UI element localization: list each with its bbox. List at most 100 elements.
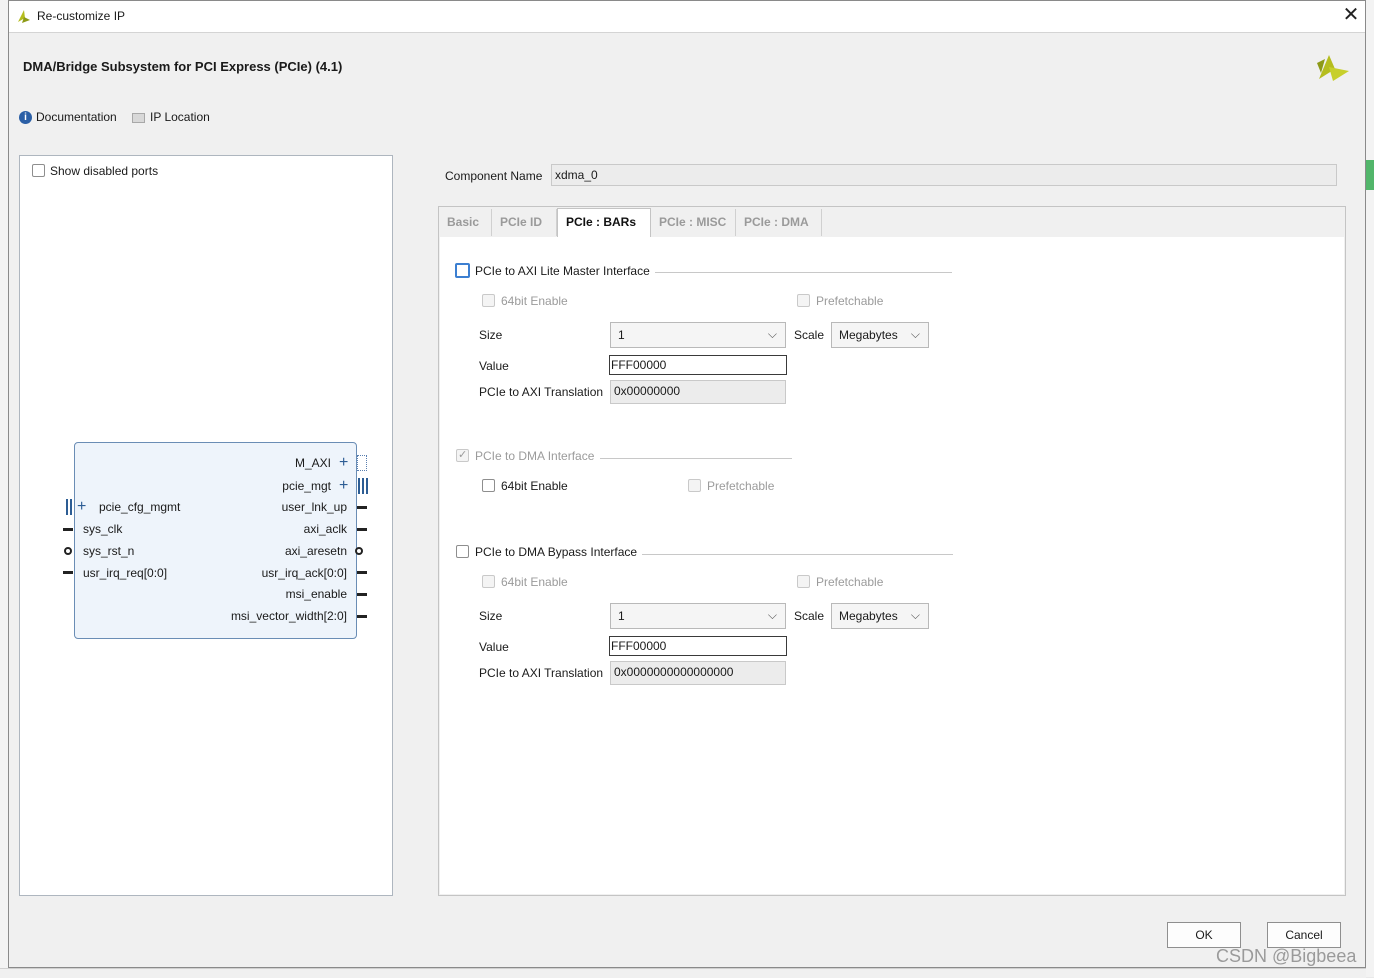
show-disabled-ports-label: Show disabled ports — [50, 164, 159, 178]
bus-bar-icon — [362, 478, 364, 494]
pin — [63, 528, 73, 531]
axi-lite-translation-field[interactable]: 0x00000000 — [610, 380, 786, 404]
title-bar[interactable]: Re-customize IP ✕ — [9, 1, 1365, 33]
axi-lite-prefetchable-checkbox[interactable] — [797, 294, 810, 307]
info-icon[interactable]: i — [19, 111, 32, 124]
chevron-down-icon: ⌵ — [910, 608, 920, 622]
tab-pcie-bars[interactable]: PCIe : BARs — [557, 208, 651, 237]
plus-icon[interactable]: + — [77, 499, 86, 515]
bus-bar-icon — [358, 478, 360, 494]
plus-icon[interactable]: + — [339, 478, 348, 494]
tab-basic[interactable]: Basic — [439, 209, 492, 236]
port-pcie-cfg-mgmt: pcie_cfg_mgmt — [99, 500, 181, 514]
negative-pin-icon — [64, 547, 72, 555]
dma-prefetchable-checkbox[interactable] — [688, 479, 701, 492]
chevron-down-icon: ⌵ — [767, 608, 777, 622]
folder-icon[interactable] — [132, 113, 145, 123]
bypass-scale-select[interactable]: Megabytes ⌵ — [831, 603, 929, 629]
axi-lite-value-label: Value — [479, 359, 509, 373]
vivado-logo-icon — [18, 10, 30, 23]
watermark: CSDN @Bigbeea — [1216, 946, 1357, 966]
bypass-value-field[interactable]: FFF00000 — [609, 636, 787, 656]
bus-bar-icon — [66, 499, 68, 515]
ip-name: DMA/Bridge Subsystem for PCI Express (PC… — [23, 59, 343, 74]
axi-lite-prefetchable-label: Prefetchable — [816, 294, 884, 308]
dma-interface-checkbox[interactable] — [456, 448, 469, 462]
bypass-size-value: 1 — [618, 609, 625, 623]
dma-64bit-checkbox[interactable] — [482, 479, 495, 492]
axi-lite-64bit-label: 64bit Enable — [501, 294, 568, 308]
xilinx-logo-icon — [1317, 55, 1349, 81]
pin — [357, 528, 367, 531]
background-window-edge-right — [1366, 0, 1374, 977]
negative-pin-icon — [355, 547, 363, 555]
tab-pcie-dma[interactable]: PCIe : DMA — [736, 209, 822, 236]
port-sys-rst-n: sys_rst_n — [83, 544, 135, 558]
ip-header: DMA/Bridge Subsystem for PCI Express (PC… — [9, 33, 1365, 99]
axi-lite-size-select[interactable]: 1 ⌵ — [610, 322, 786, 348]
dma-bypass-checkbox[interactable] — [456, 545, 469, 558]
axi-lite-master-checkbox[interactable] — [455, 263, 470, 278]
port-msi-vector-width: msi_vector_width[2:0] — [230, 609, 347, 623]
section-divider — [642, 554, 953, 555]
port-axi-aresetn: axi_aresetn — [284, 544, 347, 558]
window-title: Re-customize IP — [37, 9, 126, 23]
pin — [357, 571, 367, 574]
chevron-down-icon: ⌵ — [767, 327, 777, 341]
axi-lite-value-field[interactable]: FFF00000 — [609, 355, 787, 375]
bypass-64bit-checkbox[interactable] — [482, 575, 495, 588]
pin — [357, 506, 367, 509]
port-pcie-mgt: pcie_mgt — [282, 479, 331, 493]
port-m-axi: M_AXI — [294, 456, 331, 470]
section-divider — [600, 458, 792, 459]
ok-button[interactable]: OK — [1167, 922, 1241, 948]
port-user-lnk-up: user_lnk_up — [281, 500, 347, 514]
axi-lite-scale-value: Megabytes — [839, 328, 898, 342]
port-msi-enable: msi_enable — [285, 587, 347, 601]
pin — [357, 593, 367, 596]
component-name-field[interactable]: xdma_0 — [551, 164, 1337, 186]
bypass-size-label: Size — [479, 609, 503, 623]
port-axi-aclk: axi_aclk — [303, 522, 347, 536]
dma-prefetchable-label: Prefetchable — [707, 479, 775, 493]
axi-lite-scale-label: Scale — [794, 328, 825, 342]
dma-interface-title: PCIe to DMA Interface — [475, 449, 595, 463]
component-name-label: Component Name — [445, 169, 543, 183]
axi-lite-64bit-checkbox[interactable] — [482, 294, 495, 307]
documentation-link[interactable]: Documentation — [36, 110, 117, 124]
bypass-64bit-label: 64bit Enable — [501, 575, 568, 589]
bypass-prefetchable-label: Prefetchable — [816, 575, 884, 589]
bypass-translation-label: PCIe to AXI Translation — [479, 666, 604, 680]
ip-location-link[interactable]: IP Location — [150, 110, 210, 124]
tab-pcie-misc[interactable]: PCIe : MISC — [651, 209, 736, 236]
bus-dotted-icon — [357, 455, 367, 471]
tab-pcie-id[interactable]: PCIe ID — [492, 209, 557, 236]
toolbar: i Documentation IP Location — [9, 101, 1365, 131]
axi-lite-master-title: PCIe to AXI Lite Master Interface — [475, 264, 650, 278]
chevron-down-icon: ⌵ — [910, 327, 920, 341]
port-usr-irq-req: usr_irq_req[0:0] — [83, 566, 168, 580]
pin — [357, 615, 367, 618]
close-icon[interactable]: ✕ — [1341, 5, 1361, 26]
bypass-translation-field[interactable]: 0x0000000000000000 — [610, 661, 786, 685]
pin — [63, 571, 73, 574]
section-divider — [655, 272, 952, 273]
bypass-value-label: Value — [479, 640, 509, 654]
bypass-prefetchable-checkbox[interactable] — [797, 575, 810, 588]
port-sys-clk: sys_clk — [83, 522, 123, 536]
cancel-button[interactable]: Cancel — [1267, 922, 1341, 948]
axi-lite-translation-label: PCIe to AXI Translation — [479, 385, 604, 399]
axi-lite-scale-select[interactable]: Megabytes ⌵ — [831, 322, 929, 348]
bypass-scale-value: Megabytes — [839, 609, 898, 623]
dma-bypass-title: PCIe to DMA Bypass Interface — [475, 545, 638, 559]
bypass-scale-label: Scale — [794, 609, 825, 623]
show-disabled-ports-checkbox[interactable] — [32, 164, 45, 177]
port-usr-irq-ack: usr_irq_ack[0:0] — [261, 566, 347, 580]
dma-64bit-label: 64bit Enable — [501, 479, 568, 493]
bus-bar-icon — [70, 499, 72, 515]
axi-lite-size-label: Size — [479, 328, 503, 342]
axi-lite-size-value: 1 — [618, 328, 625, 342]
plus-icon[interactable]: + — [339, 455, 348, 471]
bus-bar-icon — [366, 478, 368, 494]
bypass-size-select[interactable]: 1 ⌵ — [610, 603, 786, 629]
